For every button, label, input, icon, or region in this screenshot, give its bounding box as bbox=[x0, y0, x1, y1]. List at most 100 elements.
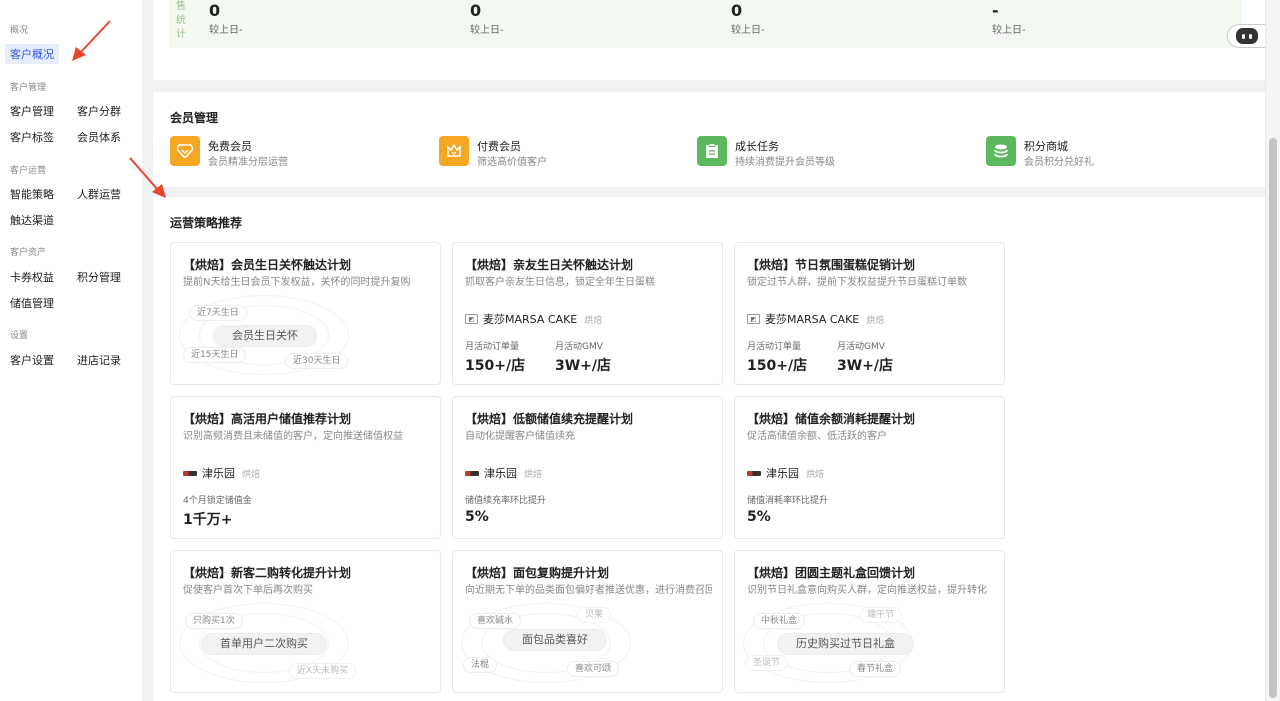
sidebar-item-visit-records[interactable]: 进店记录 bbox=[77, 352, 121, 368]
card-title: 【烘焙】新客二购转化提升计划 bbox=[183, 566, 352, 580]
card-title: 【烘焙】团圆主题礼盒回馈计划 bbox=[747, 566, 916, 580]
stats-label-char: 统 bbox=[176, 15, 186, 26]
strategy-card-member-birthday[interactable]: 【烘焙】会员生日关怀触达计划 提前N天给生日会员下发权益，关怀的同时提升复购 近… bbox=[170, 242, 441, 385]
card-desc: 锁定过节人群，提前下发权益提升节日蛋糕订单数 bbox=[747, 277, 967, 288]
sidebar-item-reach-channels[interactable]: 触达渠道 bbox=[10, 212, 54, 228]
stat-compare: 较上日- bbox=[731, 25, 765, 36]
tag-chip-center: 面包品类喜好 bbox=[503, 629, 607, 651]
card-desc: 识别节日礼盒意向购买人群，定向推送权益，提升转化 bbox=[747, 585, 987, 596]
metric-label: 月活动订单量 bbox=[747, 342, 802, 352]
stats-label-char: 计 bbox=[176, 29, 186, 40]
sidebar-item-customer-tags[interactable]: 客户标签 bbox=[10, 129, 54, 145]
sidebar-group-customer-management: 客户管理 bbox=[10, 83, 47, 93]
stat-column: 0 较上日- bbox=[731, 0, 765, 38]
strategy-card-high-active-stored-value[interactable]: 【烘焙】高活用户储值推荐计划 识别高频消费且未储值的客户，定向推送储值权益 津乐… bbox=[170, 396, 441, 539]
metric-value: 5% bbox=[747, 509, 771, 525]
sidebar: 概况 客户概况 客户管理 客户管理 客户分群 客户标签 会员体系 客户运营 智能… bbox=[0, 0, 142, 701]
stat-value: 0 bbox=[209, 1, 221, 20]
brand-logo-icon bbox=[465, 470, 479, 476]
brand-logo-icon bbox=[747, 470, 761, 476]
card-title: 【烘焙】高活用户储值推荐计划 bbox=[183, 412, 352, 426]
strategy-card-festival-cake[interactable]: 【烘焙】节日氛围蛋糕促销计划 锁定过节人群，提前下发权益提升节日蛋糕订单数 ◩ … bbox=[734, 242, 1005, 385]
card-title: 【烘焙】节日氛围蛋糕促销计划 bbox=[747, 258, 916, 272]
metric: 月活动GMV 3W+/店 bbox=[555, 339, 611, 375]
tag-chip: 近30天生日 bbox=[285, 353, 349, 369]
card-desc: 促使客户首次下单后再次购买 bbox=[183, 585, 313, 596]
tag-chip: 近15天生日 bbox=[183, 347, 247, 363]
metric-value: 1千万+ bbox=[183, 512, 233, 528]
robot-icon bbox=[1236, 28, 1258, 44]
stat-value: - bbox=[992, 1, 999, 20]
member-item-desc: 持续消费提升会员等级 bbox=[735, 157, 835, 168]
brand-logo-icon bbox=[183, 470, 197, 476]
brand-logo-icon: ◩ bbox=[465, 314, 478, 324]
strategy-title: 运营策略推荐 bbox=[170, 216, 243, 230]
scrollbar-thumb[interactable] bbox=[1269, 138, 1277, 698]
tag-chip: 只购买1次 bbox=[185, 613, 243, 629]
strategy-card-gift-box[interactable]: 【烘焙】团圆主题礼盒回馈计划 识别节日礼盒意向购买人群，定向推送权益，提升转化 … bbox=[734, 550, 1005, 693]
stat-value: 0 bbox=[470, 1, 482, 20]
sidebar-item-points[interactable]: 积分管理 bbox=[77, 269, 121, 285]
card-desc: 自动化提醒客户储值续充 bbox=[465, 431, 575, 442]
strategy-card-balance-consumption[interactable]: 【烘焙】储值余额消耗提醒计划 促活高储值余额、低活跃的客户 津乐园 烘焙 储值消… bbox=[734, 396, 1005, 539]
tag-chip: 贝果 bbox=[577, 607, 612, 623]
sidebar-item-customer-segments[interactable]: 客户分群 bbox=[77, 103, 121, 119]
tag-chip: 端午节 bbox=[859, 607, 903, 623]
metric-label: 储值消耗率环比提升 bbox=[747, 496, 829, 506]
sidebar-item-crowd-operations[interactable]: 人群运营 bbox=[77, 186, 121, 202]
sidebar-group-overview: 概况 bbox=[10, 26, 29, 36]
metric: 储值续充率环比提升 5% bbox=[465, 493, 546, 525]
member-management-panel: 会员管理 免费会员 会员精准分层运营 付费会员 筛选高价值客户 成长任务 持续消… bbox=[153, 92, 1267, 187]
sidebar-item-stored-value[interactable]: 储值管理 bbox=[10, 295, 54, 311]
card-title: 【烘焙】低额储值续充提醒计划 bbox=[465, 412, 634, 426]
metric-value: 3W+/店 bbox=[837, 358, 894, 374]
sidebar-item-customer-management[interactable]: 客户管理 bbox=[10, 103, 54, 119]
brand-row: 津乐园 烘焙 bbox=[465, 465, 542, 481]
metric-value: 150+/店 bbox=[747, 358, 808, 374]
vertical-scrollbar[interactable] bbox=[1265, 0, 1280, 701]
sidebar-group-customer-assets: 客户资产 bbox=[10, 248, 47, 258]
assistant-robot-button[interactable] bbox=[1227, 24, 1265, 48]
metric-label: 月活动订单量 bbox=[465, 342, 520, 352]
tag-chip: 近7天生日 bbox=[189, 305, 247, 321]
member-item-title: 付费会员 bbox=[477, 140, 521, 153]
strategy-card-low-balance-recharge[interactable]: 【烘焙】低额储值续充提醒计划 自动化提醒客户储值续充 津乐园 烘焙 储值续充率环… bbox=[452, 396, 723, 539]
sidebar-item-membership-system[interactable]: 会员体系 bbox=[77, 129, 121, 145]
brand-row: ◩ 麦莎MARSA CAKE 烘焙 bbox=[747, 311, 884, 327]
stat-compare: 较上日- bbox=[992, 25, 1026, 36]
stats-label-char: 售 bbox=[176, 1, 186, 12]
coins-icon bbox=[986, 136, 1016, 166]
sidebar-item-customer-settings[interactable]: 客户设置 bbox=[10, 352, 54, 368]
stat-compare: 较上日- bbox=[470, 25, 504, 36]
brand-row: ◩ 麦莎MARSA CAKE 烘焙 bbox=[465, 311, 602, 327]
brand-row: 津乐园 烘焙 bbox=[183, 465, 260, 481]
strategy-card-friend-birthday[interactable]: 【烘焙】亲友生日关怀触达计划 抓取客户亲友生日信息，锁定全年生日蛋糕 ◩ 麦莎M… bbox=[452, 242, 723, 385]
metric: 储值消耗率环比提升 5% bbox=[747, 493, 828, 525]
stat-compare: 较上日- bbox=[209, 25, 243, 36]
brand-name: 津乐园 bbox=[766, 467, 799, 480]
annotation-arrow-icon bbox=[129, 157, 166, 198]
member-item-title: 免费会员 bbox=[208, 140, 252, 153]
tag-chip: 喜欢可颂 bbox=[567, 661, 620, 677]
tag-chip-center: 会员生日关怀 bbox=[213, 325, 317, 347]
metric: 4个月锁定储值金 1千万+ bbox=[183, 493, 252, 529]
brand-tag: 烘焙 bbox=[242, 469, 261, 480]
tag-chip: 法棍 bbox=[463, 657, 498, 673]
strategy-card-bread-repurchase[interactable]: 【烘焙】面包复购提升计划 向近期无下单的品类面包偏好者推送优惠，进行消费召回 喜… bbox=[452, 550, 723, 693]
main-content: 售 统 计 0 较上日- 0 较上日- 0 较上日- - 较上日- 会员管理 免… bbox=[142, 0, 1280, 701]
card-title: 【烘焙】亲友生日关怀触达计划 bbox=[465, 258, 634, 272]
brand-name: 麦莎MARSA CAKE bbox=[483, 313, 578, 326]
sidebar-item-coupons[interactable]: 卡券权益 bbox=[10, 269, 54, 285]
strategy-card-new-customer-repurchase[interactable]: 【烘焙】新客二购转化提升计划 促使客户首次下单后再次购买 只购买1次 首单用户二… bbox=[170, 550, 441, 693]
card-desc: 提前N天给生日会员下发权益，关怀的同时提升复购 bbox=[183, 277, 411, 288]
sidebar-item-customer-overview[interactable]: 客户概况 bbox=[5, 44, 59, 64]
annotation-arrow-icon bbox=[72, 20, 111, 61]
member-item-title: 积分商城 bbox=[1024, 140, 1068, 153]
metric: 月活动GMV 3W+/店 bbox=[837, 339, 893, 375]
metric-label: 月活动GMV bbox=[555, 342, 603, 352]
tag-chip: 喜欢碱水 bbox=[469, 613, 522, 629]
sidebar-item-smart-strategy[interactable]: 智能策略 bbox=[10, 186, 54, 202]
member-management-title: 会员管理 bbox=[170, 111, 219, 125]
card-desc: 抓取客户亲友生日信息，锁定全年生日蛋糕 bbox=[465, 277, 655, 288]
crown-icon bbox=[439, 136, 469, 166]
